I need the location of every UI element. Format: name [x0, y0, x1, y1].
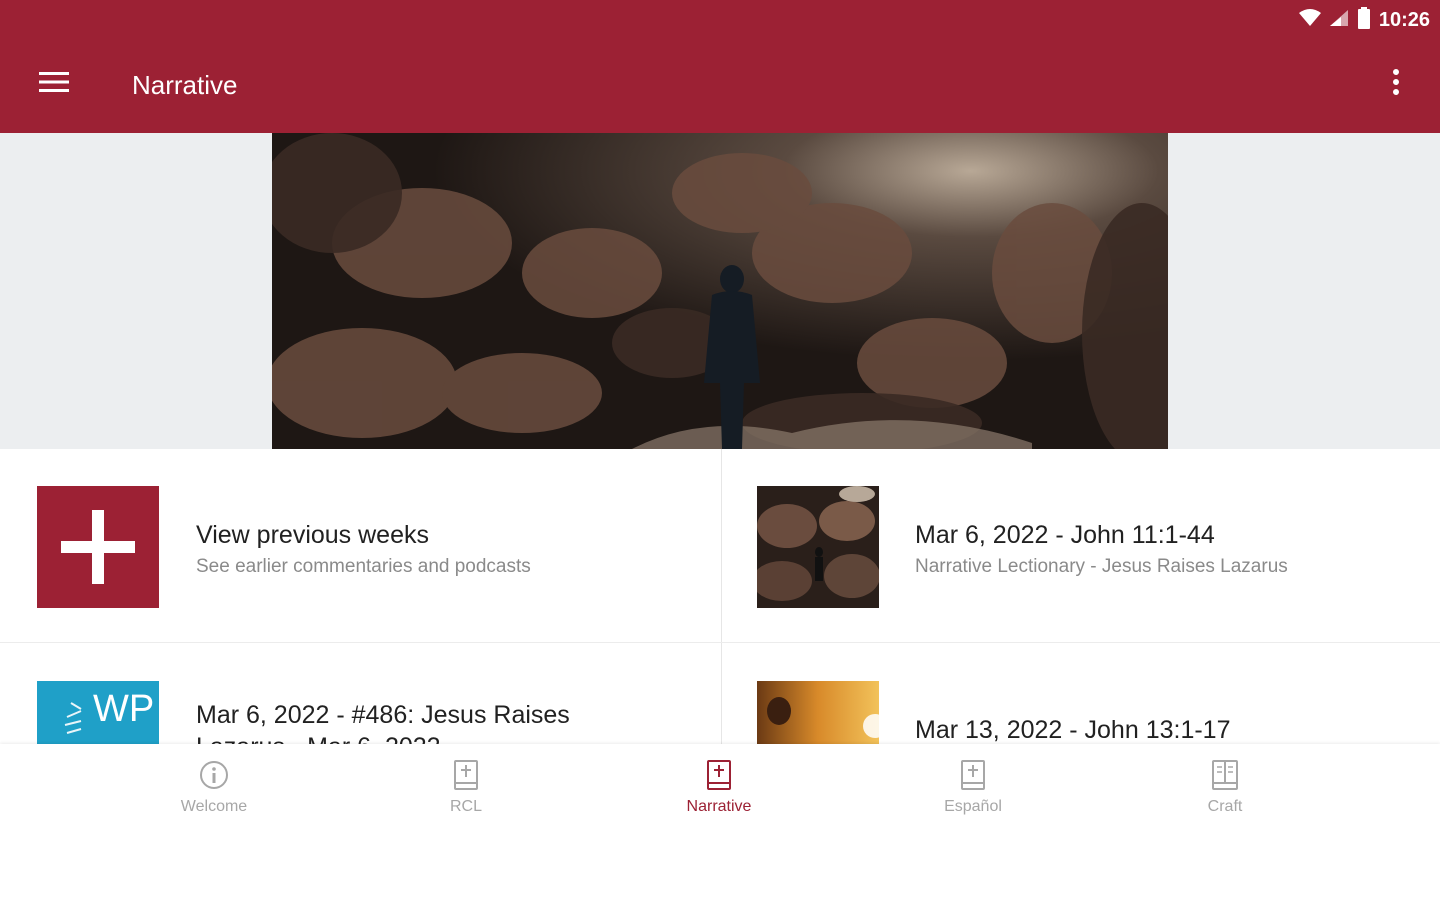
info-icon [199, 758, 229, 792]
book-plus-icon [960, 758, 986, 792]
card-title-line-2: Lazarus - Mar 6, 2022 [196, 733, 441, 744]
card-title: Mar 13, 2022 - John 13:1-17 [915, 716, 1231, 744]
cave-photo [757, 486, 879, 608]
card-thumbnail [757, 486, 879, 608]
card-subtitle: See earlier commentaries and podcasts [196, 556, 531, 577]
card-thumbnail: WP [37, 681, 159, 744]
overflow-menu-button[interactable] [1372, 62, 1420, 106]
book-plus-icon [453, 758, 479, 792]
card-title: View previous weeks [196, 521, 429, 549]
card-thumbnail [757, 681, 879, 744]
bottom-navigation: Welcome RCL Narrative Español Craft [0, 744, 1440, 900]
nav-label: RCL [449, 798, 482, 815]
app-bar: 10:26 Narrative [0, 0, 1440, 133]
nav-welcome[interactable]: Welcome [114, 744, 314, 834]
wp-logo: WP [37, 681, 159, 744]
wifi-icon [1298, 8, 1321, 32]
page-title: Narrative [132, 70, 238, 100]
hamburger-icon [39, 71, 69, 98]
svg-text:WP: WP [93, 688, 154, 730]
battery-icon [1357, 6, 1371, 34]
card-thumbnail [37, 486, 159, 608]
more-vert-icon [1392, 68, 1400, 101]
status-time: 10:26 [1378, 8, 1430, 31]
card-view-previous-weeks[interactable]: View previous weeks See earlier commenta… [0, 449, 721, 639]
nav-espanol[interactable]: Español [873, 744, 1073, 834]
card-episode-next[interactable]: Mar 13, 2022 - John 13:1-17 [722, 643, 1440, 744]
nav-craft[interactable]: Craft [1125, 744, 1325, 834]
open-book-icon [1211, 758, 1239, 792]
content-grid: View previous weeks See earlier commenta… [0, 449, 1440, 744]
card-title: Mar 6, 2022 - John 11:1-44 [915, 521, 1215, 549]
card-episode[interactable]: Mar 6, 2022 - John 11:1-44 Narrative Lec… [722, 449, 1440, 639]
card-title: Mar 6, 2022 - #486: Jesus Raises [196, 701, 570, 729]
signal-icon [1329, 9, 1349, 32]
book-plus-icon [706, 758, 732, 792]
nav-narrative[interactable]: Narrative [619, 744, 819, 834]
nav-label: Español [944, 798, 1002, 815]
nav-rcl[interactable]: RCL [366, 744, 566, 834]
status-bar: 10:26 [1298, 6, 1430, 34]
nav-label: Narrative [686, 798, 752, 815]
plus-icon [61, 510, 135, 589]
hero-image [272, 133, 1168, 449]
card-podcast[interactable]: WP Mar 6, 2022 - #486: Jesus Raises Laza… [0, 643, 721, 744]
menu-button[interactable] [28, 62, 80, 106]
nav-label: Craft [1207, 798, 1243, 815]
card-subtitle: Narrative Lectionary - Jesus Raises Laza… [915, 556, 1288, 577]
nav-label: Welcome [180, 798, 248, 815]
